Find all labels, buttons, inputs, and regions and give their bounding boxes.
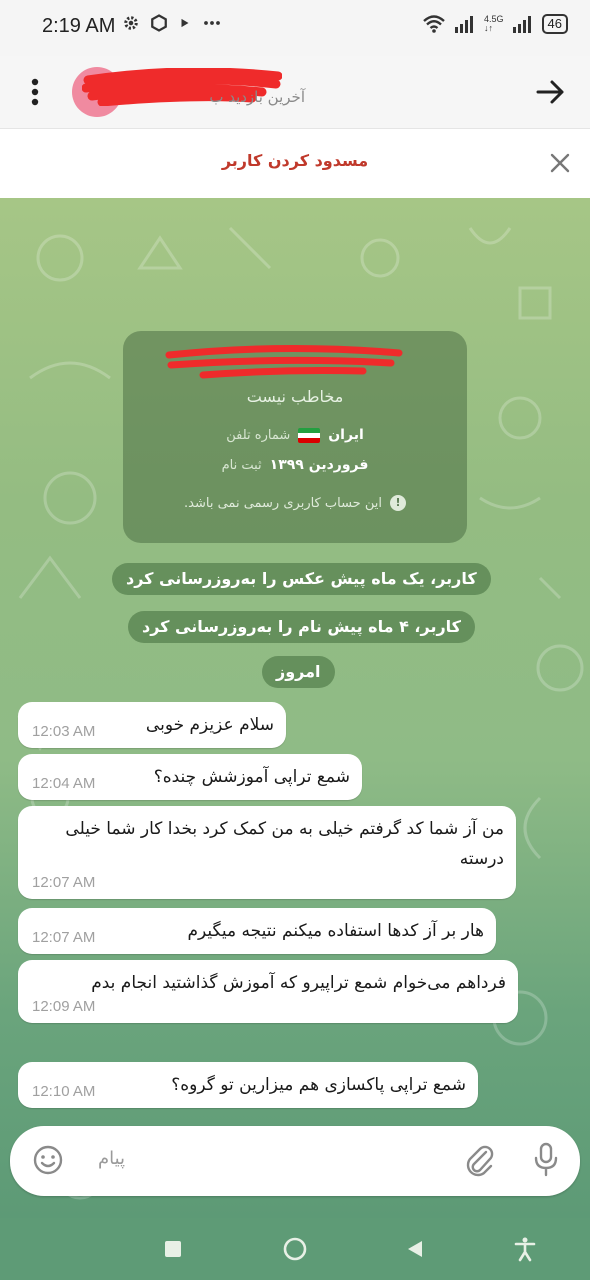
- phone-row: ایران شماره تلفن: [123, 427, 467, 443]
- block-user-button[interactable]: مسدود کردن کاربر: [0, 151, 590, 170]
- gear-icon: [124, 16, 138, 30]
- emoji-icon[interactable]: [32, 1144, 64, 1176]
- registered-label: ثبت نام: [221, 457, 262, 473]
- more-dots-icon: [204, 21, 220, 25]
- home-icon[interactable]: [282, 1236, 308, 1262]
- wifi-icon: [423, 15, 445, 33]
- message-text: من آز شما کد گرفتم خیلی به من کمک کرد بخ…: [65, 819, 504, 869]
- arrow-right-icon[interactable]: [532, 74, 568, 110]
- message-bubble[interactable]: شمع تراپی آموزشش چنده؟ 12:04 AM: [18, 754, 362, 800]
- signal-icon: [512, 16, 531, 33]
- paperclip-icon[interactable]: [462, 1142, 498, 1178]
- message-time: 12:09 AM: [32, 998, 96, 1015]
- info-icon: !: [389, 495, 406, 511]
- close-icon[interactable]: [546, 149, 574, 177]
- recent-apps-icon[interactable]: [160, 1236, 186, 1262]
- redaction-scribble: [165, 344, 403, 379]
- note-text: این حساب کاربری رسمی نمی باشد.: [184, 495, 382, 511]
- registered-date: فروردین ۱۳۹۹: [269, 457, 369, 473]
- message-text: فرداهم می‌خوام شمع تراپیرو که آموزش گذاش…: [91, 973, 506, 993]
- message-bubble[interactable]: هار بر آز کدها استفاده میکنم نتیجه میگیر…: [18, 908, 496, 954]
- network-arrows: ↓↑: [484, 23, 494, 33]
- message-time: 12:10 AM: [32, 1083, 96, 1100]
- signal-icon: [455, 16, 474, 33]
- message-bubble[interactable]: سلام عزیزم خوبی 12:03 AM: [18, 702, 286, 748]
- message-bubble[interactable]: فرداهم می‌خوام شمع تراپیرو که آموزش گذاش…: [18, 960, 518, 1023]
- message-time: 12:03 AM: [32, 723, 96, 740]
- status-icons-left: [122, 14, 222, 32]
- message-bubble[interactable]: من آز شما کد گرفتم خیلی به من کمک کرد بخ…: [18, 806, 516, 899]
- phone-country: ایران: [328, 427, 364, 443]
- date-separator-today: امروز: [262, 656, 335, 688]
- hexagon-icon: [151, 14, 167, 32]
- block-user-bar: مسدود کردن کاربر: [0, 128, 590, 200]
- message-composer[interactable]: پیام: [10, 1126, 580, 1196]
- status-icons-right: 4.5G ↓↑ 46: [422, 14, 568, 34]
- message-input[interactable]: پیام: [98, 1148, 125, 1169]
- message-text: شمع تراپی آموزشش چنده؟: [153, 767, 350, 787]
- message-time: 12:07 AM: [32, 929, 96, 946]
- message-text: هار بر آز کدها استفاده میکنم نتیجه میگیر…: [187, 921, 484, 941]
- status-bar: 2:19 AM 4.5G ↓↑ 46: [0, 0, 590, 56]
- status-time: 2:19 AM: [42, 15, 116, 37]
- message-text: سلام عزیزم خوبی: [145, 715, 274, 735]
- kebab-menu-icon[interactable]: [22, 73, 48, 111]
- chat-area[interactable]: مخاطب نیست ایران شماره تلفن فروردین ۱۳۹۹…: [0, 198, 590, 1218]
- service-message-name: کاربر، ۴ ماه پیش نام را به‌روزرسانی کرد: [128, 611, 475, 643]
- service-message-photo: کاربر، یک ماه پیش عکس را به‌روزرسانی کرد: [112, 563, 491, 595]
- iran-flag-icon: [298, 427, 321, 443]
- play-icon: [181, 18, 189, 28]
- not-contact-label: مخاطب نیست: [246, 387, 344, 406]
- message-bubble[interactable]: شمع تراپی پاکسازی هم میزارین تو گروه؟ 12…: [18, 1062, 478, 1108]
- message-time: 12:04 AM: [32, 775, 96, 792]
- message-time: 12:07 AM: [32, 874, 96, 891]
- network-type: 4.5G ↓↑: [484, 15, 504, 33]
- phone-label: شماره تلفن: [226, 427, 291, 443]
- system-nav-bar: [0, 1218, 590, 1280]
- microphone-icon[interactable]: [530, 1140, 562, 1180]
- contact-info-card: مخاطب نیست ایران شماره تلفن فروردین ۱۳۹۹…: [123, 331, 467, 543]
- back-icon[interactable]: [402, 1236, 428, 1262]
- message-text: شمع تراپی پاکسازی هم میزارین تو گروه؟: [171, 1075, 466, 1095]
- registered-row: فروردین ۱۳۹۹ ثبت نام: [123, 457, 467, 473]
- battery-icon: 46: [541, 14, 568, 34]
- last-seen-label: آخرین بازدید ب: [209, 88, 305, 106]
- chat-header: آخرین بازدید ب: [0, 56, 590, 128]
- unofficial-account-note: ! این حساب کاربری رسمی نمی باشد.: [123, 495, 467, 511]
- accessibility-icon[interactable]: [512, 1236, 538, 1262]
